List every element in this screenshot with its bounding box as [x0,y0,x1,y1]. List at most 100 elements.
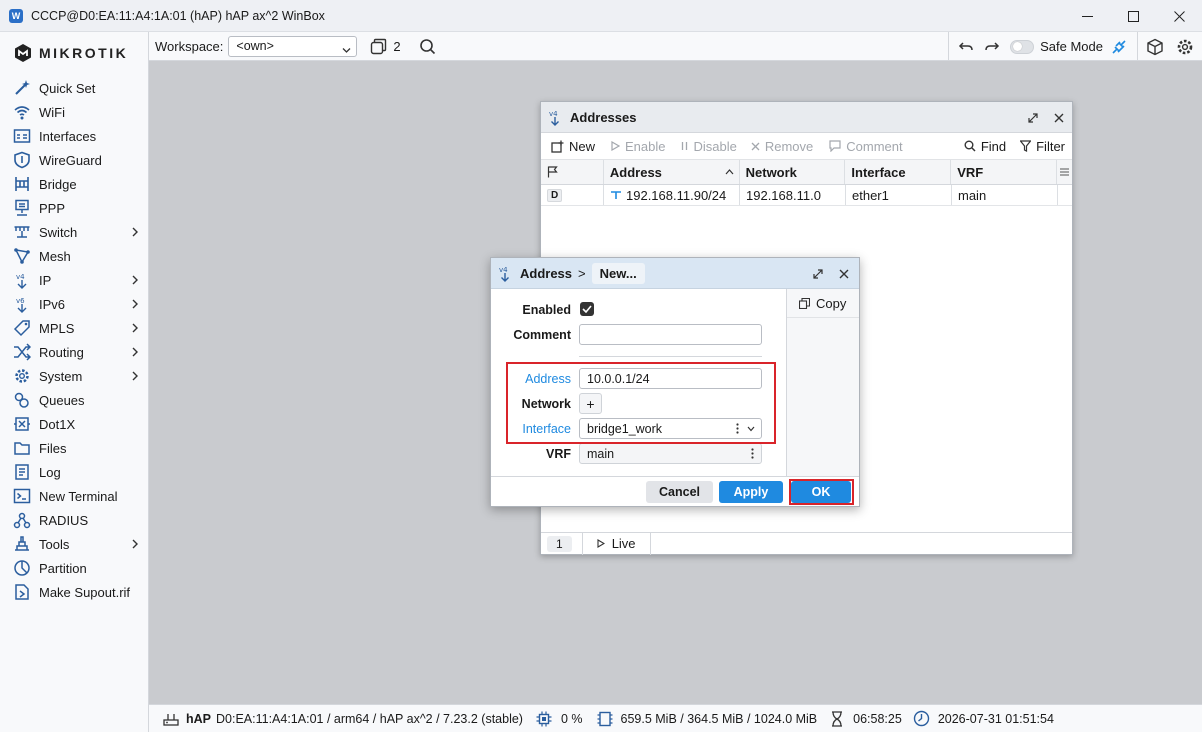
disable-button[interactable]: Disable [680,139,737,154]
apply-button[interactable]: Apply [719,481,783,503]
window-title: CCCP@D0:EA:11:A4:1A:01 (hAP) hAP ax^2 Wi… [31,8,325,23]
table-row[interactable]: D 192.168.11.90/24 192.168.11.0 ether1 m… [541,185,1072,206]
enabled-checkbox[interactable] [580,302,594,316]
row-network: 192.168.11.0 [740,185,846,205]
sidebar-item-tools[interactable]: Tools [0,532,149,556]
search-icon[interactable] [419,38,436,55]
restore-icon[interactable] [1028,112,1038,123]
column-header-network[interactable]: Network [740,160,846,184]
enabled-label: Enabled [522,303,571,317]
more-vertical-icon [751,448,754,459]
play-icon [611,141,621,151]
column-header-vrf[interactable]: VRF [951,160,1058,184]
sidebar-item-mesh[interactable]: Mesh [0,244,149,268]
sidebar-item-ppp[interactable]: PPP [0,196,149,220]
title-bar: W CCCP@D0:EA:11:A4:1A:01 (hAP) hAP ax^2 … [0,0,1202,32]
sidebar-item-log[interactable]: Log [0,460,149,484]
ipv6-icon: v6 [12,294,32,314]
cancel-button[interactable]: Cancel [646,481,713,503]
sidebar-item-mpls[interactable]: MPLS [0,316,149,340]
sidebar-item-wireguard[interactable]: WireGuard [0,148,149,172]
new-button[interactable]: New [551,139,595,154]
menu-icon [1060,168,1070,176]
breadcrumb-root[interactable]: Address [520,266,572,281]
chevron-right-icon [131,322,139,337]
sidebar-item-interfaces[interactable]: Interfaces [0,124,149,148]
svg-text:v4: v4 [499,266,508,274]
sidebar-item-files[interactable]: Files [0,436,149,460]
sidebar-item-make-supout[interactable]: Make Supout.rif [0,580,149,604]
new-address-dialog: v4 Address > New... Copy Enabled Comment… [490,257,860,507]
column-header-address[interactable]: Address [604,160,740,184]
device-name: hAP [186,711,211,726]
breadcrumb-separator: > [578,265,586,281]
addresses-window-title: Addresses [570,109,637,125]
safe-mode-toggle[interactable] [1010,39,1035,54]
enable-button[interactable]: Enable [611,139,666,154]
column-menu-button[interactable] [1057,160,1072,184]
svg-text:v6: v6 [16,297,25,305]
addresses-pager: 1 Live [541,532,1072,555]
column-header-interface[interactable]: Interface [845,160,952,184]
sidebar-item-ipv6[interactable]: v6 IPv6 [0,292,149,316]
ip-icon: v4 [12,270,32,290]
page-number[interactable]: 1 [547,535,572,552]
sidebar-item-system[interactable]: System [0,364,149,388]
live-button[interactable]: Live [581,532,651,555]
dynamic-flag-badge: D [547,188,563,202]
sidebar-item-radius[interactable]: RADIUS [0,508,149,532]
mikrotik-logo: MIKROTIK [13,43,128,63]
comment-button[interactable]: Comment [829,139,903,154]
addresses-toolbar: New Enable Disable Remove Comment Find F… [541,133,1072,160]
sidebar-item-quick-set[interactable]: Quick Set [0,76,149,100]
dot1x-icon [12,414,32,434]
connect-icon[interactable] [1110,38,1128,56]
shield-icon [12,150,32,170]
sidebar-item-partition[interactable]: Partition [0,556,149,580]
sidebar-item-ip[interactable]: v4 IP [0,268,149,292]
comment-label: Comment [513,328,571,342]
vrf-select[interactable]: main [579,443,762,464]
remove-button[interactable]: Remove [751,139,813,154]
maximize-button[interactable] [1110,0,1156,32]
row-address: 192.168.11.90/24 [604,185,740,205]
minimize-button[interactable] [1064,0,1110,32]
package-icon[interactable] [1146,38,1164,56]
search-icon [964,140,976,152]
sidebar-item-queues[interactable]: Queues [0,388,149,412]
sidebar-item-bridge[interactable]: Bridge [0,172,149,196]
settings-gear-icon[interactable] [1176,38,1194,56]
close-window-button[interactable] [1156,0,1202,32]
date-time: 2026-07-31 01:51:54 [937,711,1054,726]
addresses-window-header[interactable]: v4 Addresses [541,102,1072,133]
chevron-right-icon [131,370,139,385]
restore-icon[interactable] [813,268,823,279]
redo-icon[interactable] [984,40,1000,54]
sidebar-item-wifi[interactable]: WiFi [0,100,149,124]
undo-icon[interactable] [958,40,974,54]
copy-button[interactable]: Copy [787,289,859,318]
sidebar-item-routing[interactable]: Routing [0,340,149,364]
close-icon[interactable] [839,269,849,279]
copy-icon [799,297,810,309]
gear-icon [12,366,32,386]
close-icon[interactable] [1054,113,1064,123]
sidebar-item-new-terminal[interactable]: New Terminal [0,484,149,508]
comment-icon [829,140,841,152]
checkmark-icon [582,305,592,313]
workspace-select[interactable]: <own> [228,35,358,57]
flag-column-header[interactable] [541,160,604,184]
comment-input[interactable] [579,324,762,345]
ipv4-icon: v4 [548,108,564,126]
interfaces-icon [12,126,32,146]
filter-icon [1020,140,1032,152]
close-icon [1173,10,1185,22]
windows-icon[interactable] [370,38,387,55]
chevron-right-icon [131,538,139,553]
dialog-header[interactable]: v4 Address > New... [491,258,859,289]
sidebar-item-dot1x[interactable]: Dot1X [0,412,149,436]
wand-icon [12,78,32,98]
find-button[interactable]: Find [964,139,1006,154]
sidebar-item-switch[interactable]: Switch [0,220,149,244]
filter-button[interactable]: Filter [1020,139,1065,154]
